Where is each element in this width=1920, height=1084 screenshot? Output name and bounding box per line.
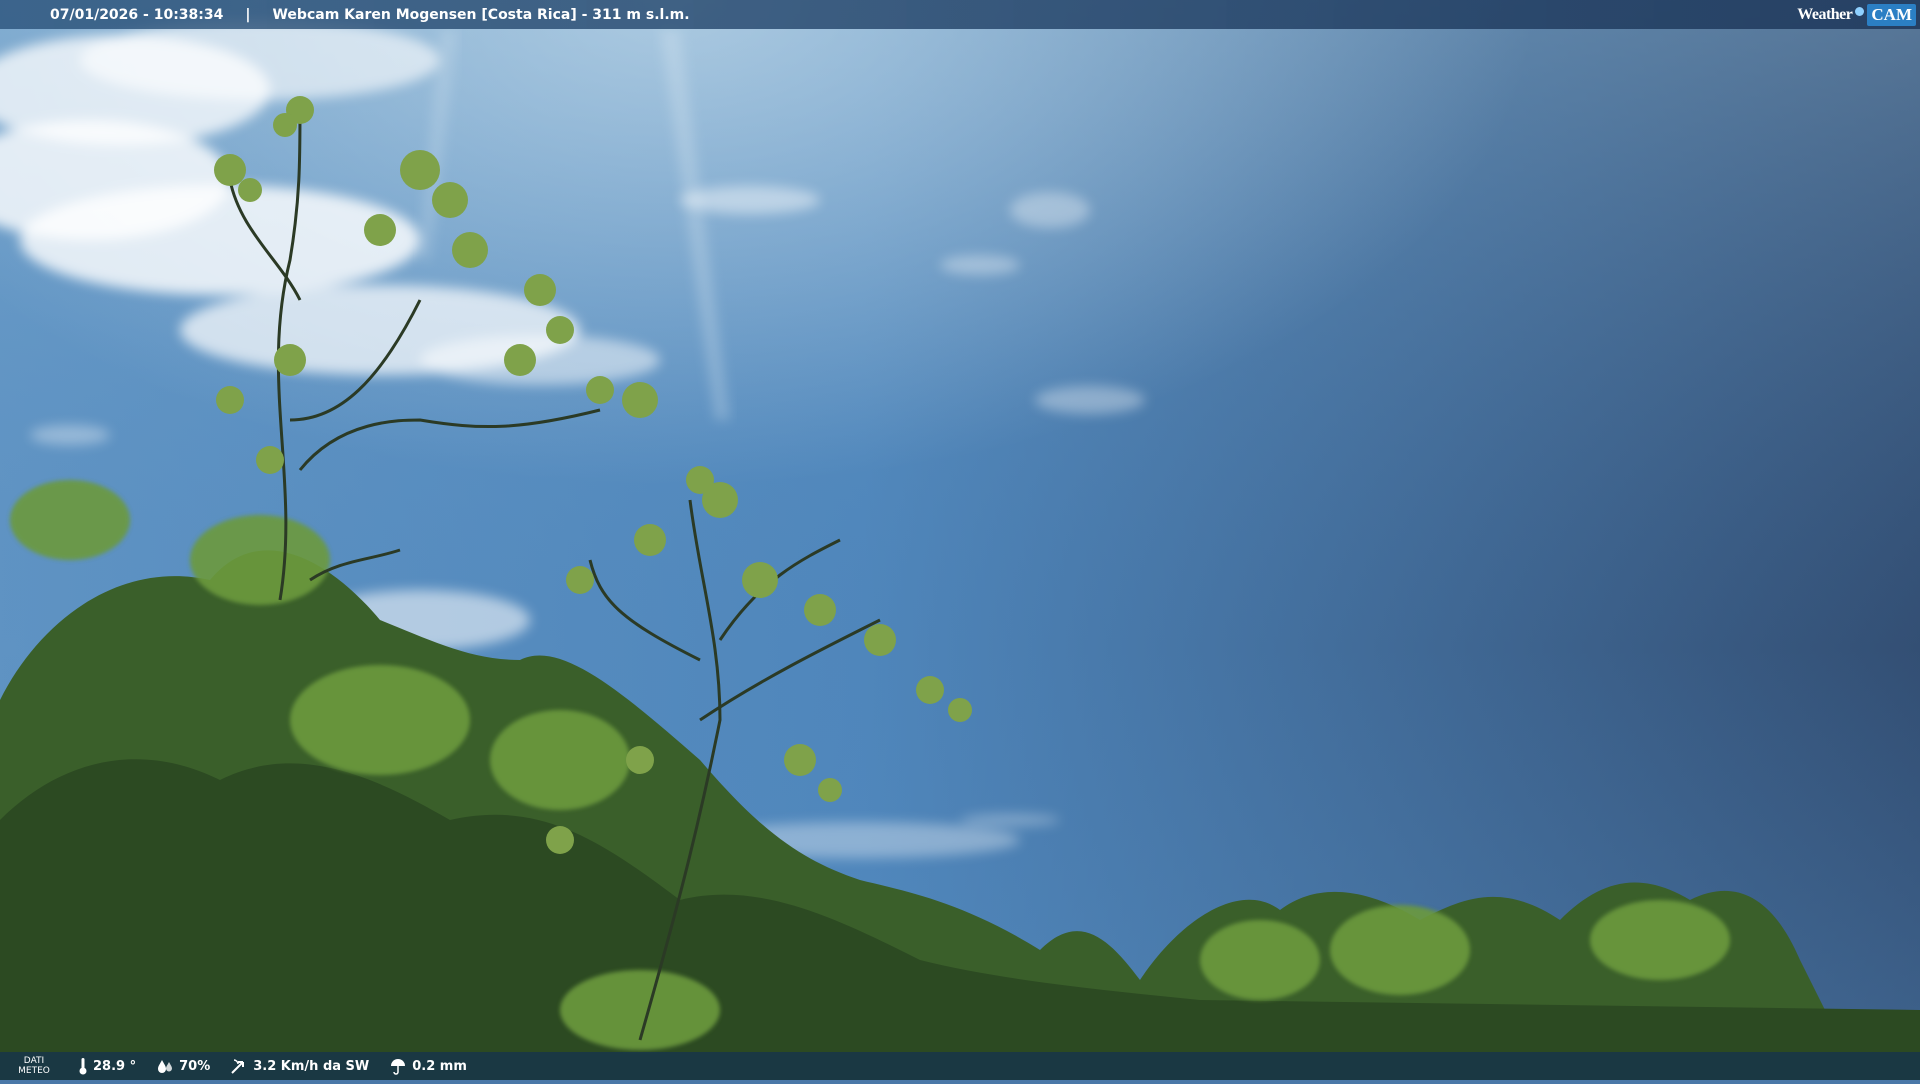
weather-data-bar: DATI METEO 28.9 ° 70% 3.2 Km/h da SW 0.2… [0, 1052, 1920, 1080]
overlay-top-bar: 07/01/2026 - 10:38:34 | Webcam Karen Mog… [0, 0, 1920, 29]
temperature-stat: 28.9 ° [78, 1057, 136, 1075]
weather-data-label: DATI METEO [10, 1056, 58, 1076]
rain-icon [391, 1059, 406, 1075]
humidity-stat: 70% [156, 1058, 210, 1074]
humidity-value: 70% [179, 1058, 211, 1074]
logo-cam-text: CAM [1867, 3, 1916, 26]
rain-value: 0.2 mm [412, 1058, 467, 1074]
webcam-image [0, 0, 1920, 1080]
webcam-title: Webcam Karen Mogensen [Costa Rica] - 311… [272, 6, 690, 23]
weather-label-line1: DATI [23, 1056, 45, 1066]
logo-dot [1855, 7, 1865, 16]
logo-weather-text: Weather [1797, 5, 1853, 23]
weather-label-line2: METEO [18, 1066, 50, 1076]
thermometer-icon [79, 1058, 87, 1075]
wind-icon [231, 1059, 245, 1074]
humidity-icon [158, 1060, 173, 1073]
title-separator: | [245, 6, 251, 23]
timestamp: 07/01/2026 - 10:38:34 [50, 6, 224, 23]
wind-value: 3.2 Km/h da SW [253, 1058, 370, 1074]
weathercam-logo: Weather CAM [1797, 3, 1916, 26]
temperature-value: 28.9 ° [93, 1058, 137, 1074]
wind-stat: 3.2 Km/h da SW [230, 1057, 369, 1075]
rain-stat: 0.2 mm [389, 1057, 467, 1075]
scene-graphic [0, 0, 1920, 1080]
